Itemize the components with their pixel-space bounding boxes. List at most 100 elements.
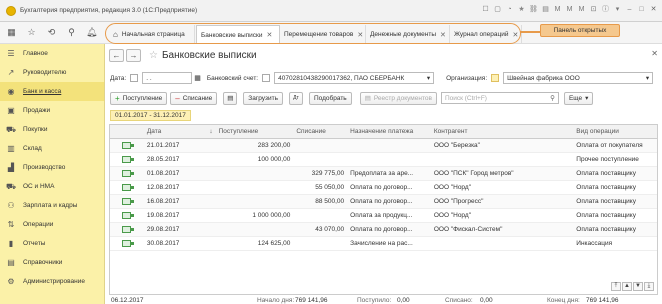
column-receipt[interactable]: Поступление — [216, 125, 294, 138]
table-row[interactable]: 30.08.2017 124 625,00 Зачисление на рас...… — [110, 237, 657, 251]
close-window-icon[interactable]: ✕ — [649, 5, 658, 14]
sidebar-item-production[interactable]: ▟ Производство — [0, 158, 104, 177]
sidebar-item-sales[interactable]: ▣ Продажи — [0, 101, 104, 120]
button-label: Еще — [568, 94, 583, 102]
sidebar-item-reports[interactable]: ▮ Отчеты — [0, 234, 104, 253]
sidebar-item-salary[interactable]: ⚇ Зарплата и кадры — [0, 196, 104, 215]
table-row[interactable]: 29.08.2017 43 070,00 Оплата по договор... О… — [110, 223, 657, 237]
chart-icon: ↗ — [7, 67, 15, 77]
sidebar-item-purchases[interactable]: ⛟ Покупки — [0, 120, 104, 139]
m-icon[interactable]: M — [553, 5, 562, 14]
close-form-icon[interactable]: ✕ — [651, 49, 658, 58]
forward-button[interactable]: → — [126, 48, 141, 62]
column-counterparty[interactable]: Контрагент — [431, 125, 573, 138]
favorite-star-icon[interactable]: ★ — [517, 5, 526, 14]
calc-icon[interactable]: ▤ — [541, 5, 550, 14]
info-icon[interactable]: ⓘ — [601, 5, 610, 14]
date-field[interactable]: . . — [142, 72, 193, 84]
sidebar-item-bank[interactable]: ◉ Банк и касса — [0, 82, 104, 101]
maximize-icon[interactable]: □ — [637, 5, 646, 14]
table-row[interactable]: 28.05.2017 100 000,00 Прочее поступление — [110, 153, 657, 167]
column-date[interactable]: Дата ↓ — [144, 125, 216, 138]
sidebar-item-fixed-assets[interactable]: ⛟ ОС и НМА — [0, 177, 104, 196]
factory-icon: ▟ — [7, 162, 15, 172]
table-row[interactable]: 16.08.2017 88 500,00 Оплата по договор... О… — [110, 195, 657, 209]
history-icon[interactable]: ◔ — [505, 5, 514, 14]
table-row[interactable]: 01.08.2017 329 775,00 Предоплата за аре...… — [110, 167, 657, 181]
sidebar-item-label: Склад — [23, 145, 42, 152]
close-tab-icon[interactable]: ✕ — [440, 31, 446, 39]
minimize-icon[interactable]: – — [625, 5, 634, 14]
pick-button[interactable]: Подобрать — [308, 91, 352, 105]
close-tab-icon[interactable]: ✕ — [357, 31, 363, 39]
date-checkbox[interactable] — [130, 74, 139, 82]
org-field[interactable]: Швейная фабрика ООО ▾ — [503, 72, 654, 84]
cell-receipt — [216, 223, 294, 236]
sidebar-item-manager[interactable]: ↗ Руководителю — [0, 63, 104, 82]
sidebar-item-operations[interactable]: ⇅ Операции — [0, 215, 104, 234]
add-writeoff-button[interactable]: – Списание — [170, 91, 218, 105]
tab-goods-transfer[interactable]: Перемещение товаров ✕ — [280, 25, 366, 44]
search-icon[interactable]: ⚲ — [66, 27, 77, 38]
sidebar-item-main[interactable]: ☰ Главное — [0, 44, 104, 63]
main-panel: ← → ☆ Банковские выписки ✕ Дата: . . ▦ Б… — [105, 44, 662, 304]
tab-home[interactable]: ⌂ Начальная страница — [109, 25, 195, 44]
tab-operations-journal[interactable]: Журнал операций ✕ — [450, 25, 522, 44]
favorites-icon[interactable]: ☆ — [26, 27, 37, 38]
account-checkbox[interactable] — [262, 74, 271, 82]
back-button[interactable]: ← — [109, 48, 124, 62]
sidebar-item-catalogs[interactable]: ▤ Справочники — [0, 253, 104, 272]
dropdown-icon[interactable]: ▾ — [613, 5, 622, 14]
load-button[interactable]: Загрузить — [243, 91, 283, 105]
sidebar-item-warehouse[interactable]: ▥ Склад — [0, 139, 104, 158]
org-checkbox[interactable] — [491, 74, 500, 82]
table-row[interactable]: 21.01.2017 283 200,00 ООО "Березка" Оплата … — [110, 139, 657, 153]
document-posted-icon — [122, 212, 135, 219]
close-tab-icon[interactable]: ✕ — [267, 31, 273, 39]
favorite-star-icon[interactable]: ☆ — [149, 50, 158, 61]
chat-icon[interactable]: ▢ — [493, 5, 502, 14]
date-label: Дата: — [110, 74, 127, 82]
mplus-icon[interactable]: M — [565, 5, 574, 14]
scroll-bottom-icon[interactable]: ⤓ — [644, 282, 654, 291]
add-receipt-button[interactable]: + Поступление — [110, 91, 168, 105]
scroll-up-icon[interactable]: ▲ — [622, 282, 632, 291]
sidebar-item-label: Производство — [23, 164, 66, 171]
table-row[interactable]: 12.08.2017 55 050,00 Оплата по договор... О… — [110, 181, 657, 195]
column-writeoff[interactable]: Списание — [293, 125, 347, 138]
mminus-icon[interactable]: M — [577, 5, 586, 14]
table-row[interactable]: 19.08.2017 1 000 000,00 Оплата за продукц.… — [110, 209, 657, 223]
search-input[interactable]: Поиск (Ctrl+F) ⚲ — [440, 92, 559, 104]
sidebar-item-admin[interactable]: ⚙ Администрирование — [0, 272, 104, 291]
close-tab-icon[interactable]: ✕ — [513, 31, 519, 39]
cell-receipt: 100 000,00 — [257, 156, 291, 163]
period-filter[interactable]: 01.01.2017 - 31.12.2017 — [110, 110, 191, 121]
sort-arrow-icon: ↓ — [209, 128, 213, 135]
dt-kt-button[interactable]: Дт — [288, 91, 303, 105]
scroll-down-icon[interactable]: ▼ — [633, 282, 643, 291]
doc-cell — [110, 195, 144, 208]
report-icon: ▮ — [8, 238, 14, 248]
tab-cash-documents[interactable]: Денежные документы ✕ — [366, 25, 450, 44]
history-icon[interactable]: ⟲ — [46, 27, 57, 38]
cell-operation: Оплата поставщику — [576, 198, 636, 205]
more-button[interactable]: Еще ▾ — [563, 91, 594, 105]
column-operation[interactable]: Вид операции — [573, 125, 657, 138]
cell-purpose: Оплата по договор... — [350, 226, 413, 233]
link-icon[interactable]: ⛓ — [529, 5, 538, 14]
apps-grid-icon[interactable]: ▦ — [6, 27, 17, 38]
button-label: Реестр документов — [373, 94, 432, 102]
print-button[interactable]: ▤ — [223, 91, 238, 105]
notification-icon[interactable]: ☐ — [481, 5, 490, 14]
column-purpose[interactable]: Назначение платежа — [347, 125, 431, 138]
calendar-icon[interactable]: ▦ — [194, 74, 201, 82]
zoom-icon[interactable]: ⊡ — [589, 5, 598, 14]
tab-bank-statements[interactable]: Банковские выписки ✕ — [196, 25, 280, 44]
registry-button[interactable]: ▤ Реестр документов — [359, 91, 437, 105]
bell-icon[interactable]: 🔔︎ — [86, 27, 97, 38]
tab-label: Журнал операций — [454, 31, 509, 38]
scroll-top-icon[interactable]: ⤒ — [611, 282, 621, 291]
account-field[interactable]: 40702810438290017362, ПАО СБЕРБАНК ▾ — [274, 72, 435, 84]
cell-date: 16.08.2017 — [146, 198, 180, 205]
cell-counterparty: ООО "Березка" — [433, 142, 480, 149]
